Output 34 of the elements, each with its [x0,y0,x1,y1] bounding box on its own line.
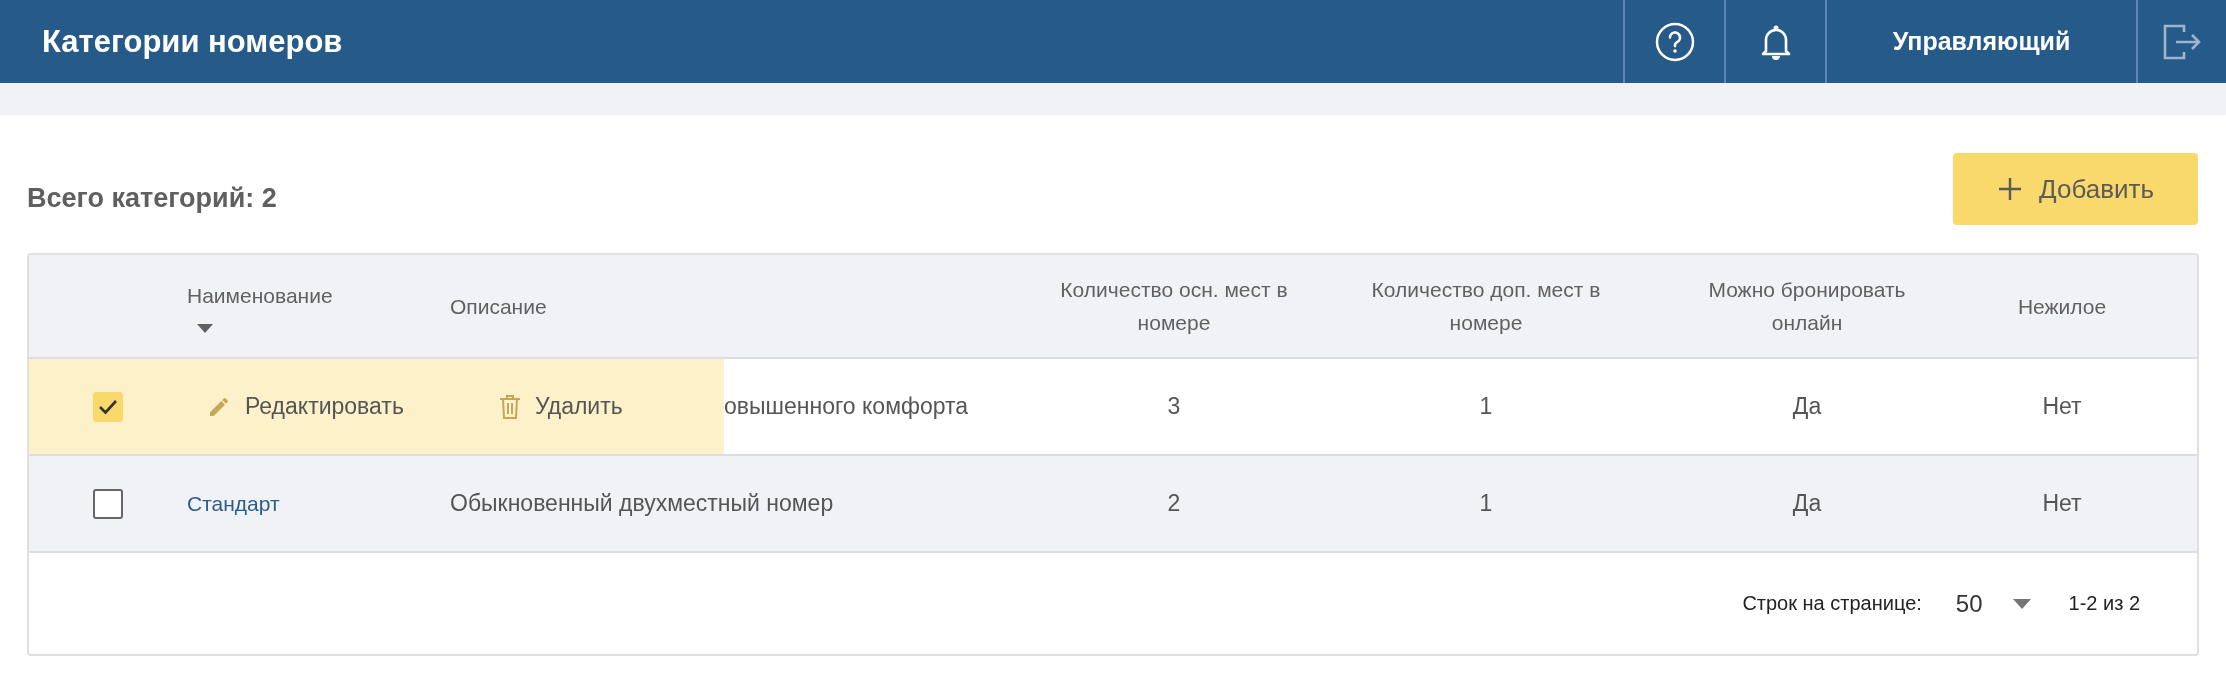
description-cell: Обыкновенный двухместный номер [450,490,834,516]
column-header[interactable]: Можно бронировать онлайн [1671,273,1943,339]
description-cell: овышенного комфорта [724,393,969,419]
row-checkbox[interactable] [93,488,123,519]
category-count: Всего категорий: 2 [27,182,277,214]
category-name-link[interactable]: Стандарт [187,491,280,515]
column-header[interactable]: Описание [450,289,547,323]
page-range: 1-2 из 2 [2068,592,2140,615]
edit-button[interactable]: Редактировать [207,393,404,420]
column-header[interactable]: Количество доп. мест в номере [1350,273,1622,339]
rows-per-page-label: Строк на странице: [1742,592,1922,615]
column-header[interactable]: Нежилое [2017,289,2107,323]
add-button[interactable]: Добавить [1953,153,2198,225]
table-cell: Нет [2042,393,2082,419]
trash-icon [498,393,521,420]
table-cell: Нет [2042,490,2082,516]
logout-icon [2162,22,2202,61]
table-cell: 1 [1479,393,1493,419]
caret-icon [2012,598,2031,609]
checkmark-icon [98,398,118,415]
sort-caret-icon[interactable] [197,324,213,333]
column-header[interactable]: Количество осн. мест в номере [1038,273,1310,339]
rows-per-page-select[interactable]: 50 [1955,589,2031,618]
table-cell: Да [1792,490,1822,516]
table-cell: 1 [1479,490,1493,516]
page-title: Категории номеров [42,23,343,60]
column-header[interactable]: Наименование [187,279,333,312]
help-icon [1654,21,1695,62]
delete-button[interactable]: Удалить [498,393,623,420]
table-cell: 3 [1167,393,1181,419]
table-cell: Да [1792,393,1822,419]
plus-icon [1997,176,2024,202]
bell-icon [1759,23,1792,60]
table-cell: 2 [1167,490,1181,516]
